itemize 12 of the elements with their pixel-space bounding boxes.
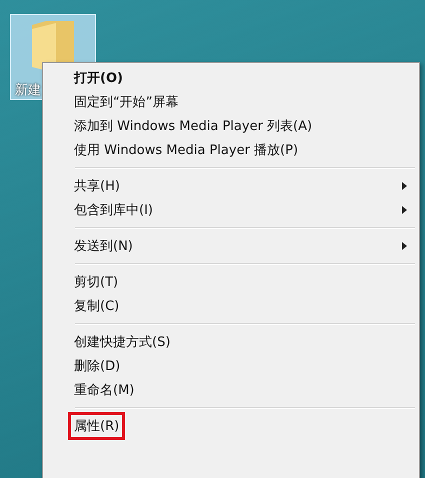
menu-item[interactable]: 使用 Windows Media Player 播放(P) xyxy=(45,138,417,162)
menu-item[interactable]: 剪切(T) xyxy=(45,270,417,294)
menu-item[interactable]: 重命名(M) xyxy=(45,378,417,402)
menu-item[interactable]: 复制(C) xyxy=(45,294,417,318)
menu-item[interactable]: 发送到(N) xyxy=(45,234,417,258)
folder-label: 新建 xyxy=(15,82,41,99)
menu-item[interactable]: 添加到 Windows Media Player 列表(A) xyxy=(45,114,417,138)
menu-item[interactable]: 包含到库中(I) xyxy=(45,198,417,222)
menu-item[interactable]: 共享(H) xyxy=(45,174,417,198)
menu-item[interactable]: 属性(R) xyxy=(45,414,417,438)
menu-item[interactable]: 创建快捷方式(S) xyxy=(45,330,417,354)
menu-item[interactable]: 删除(D) xyxy=(45,354,417,378)
